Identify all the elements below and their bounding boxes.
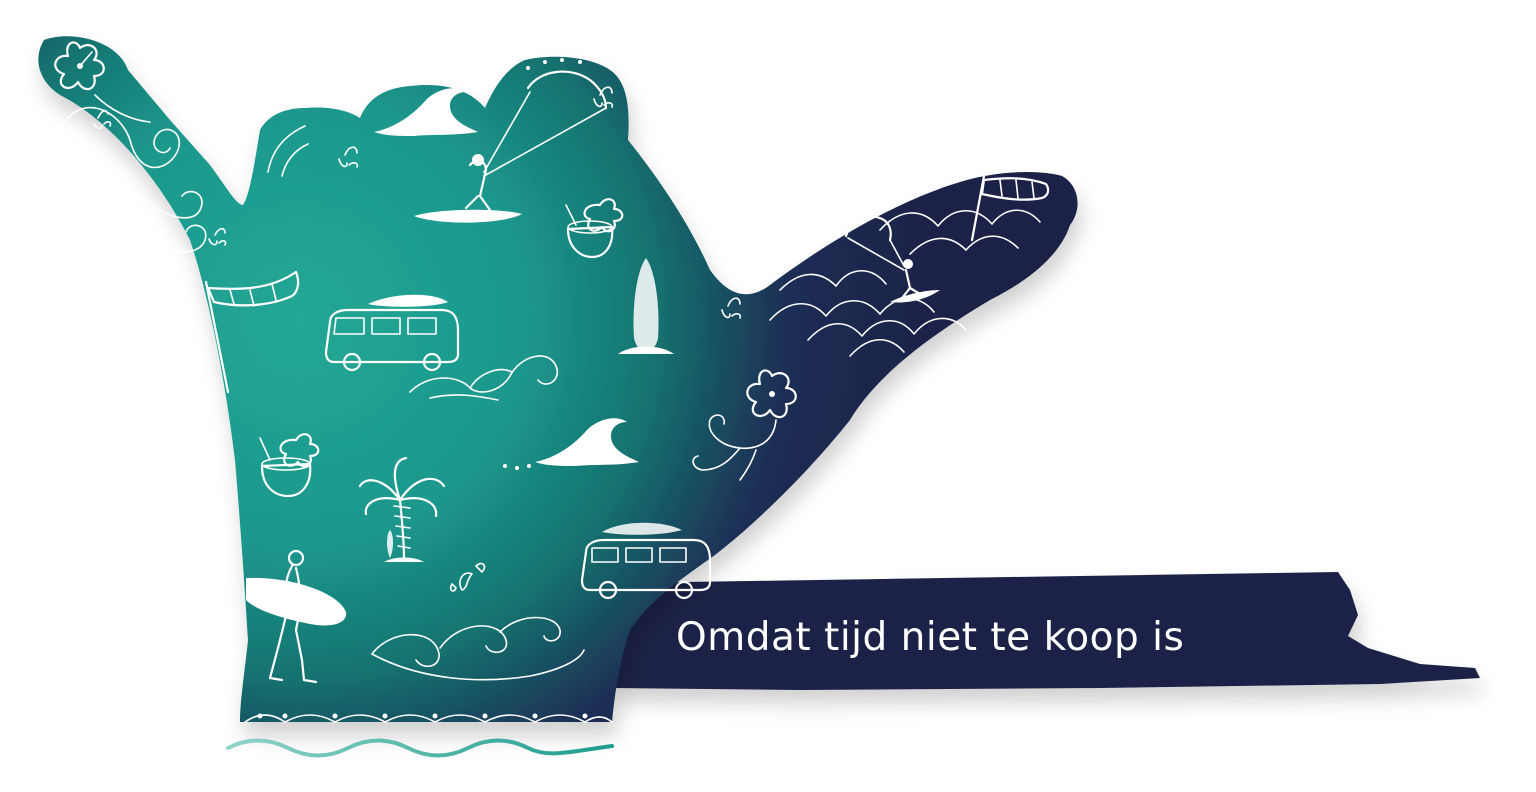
tagline-text: Omdat tijd niet te koop is [676,615,1184,660]
shaka-illustration: Omdat tijd niet te koop is [0,0,1536,792]
shaka-hand-graphic: Omdat tijd niet te koop is [38,36,1480,758]
wave-underline-icon [226,738,614,758]
